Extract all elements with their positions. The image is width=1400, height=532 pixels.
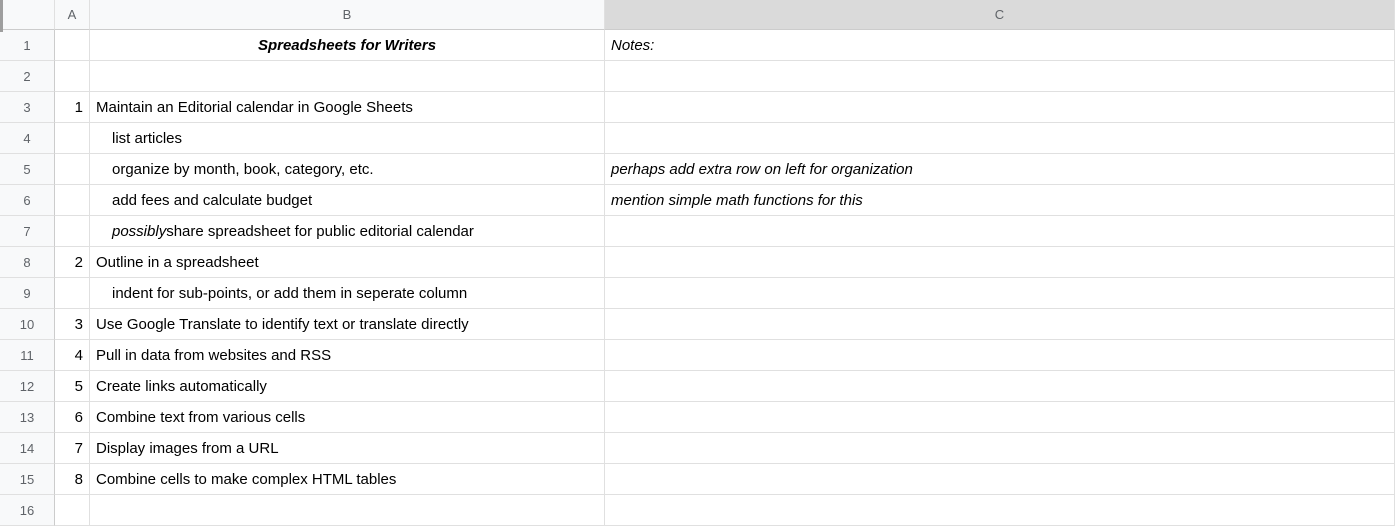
cell-b6[interactable]: add fees and calculate budget xyxy=(90,185,605,216)
cell-c13[interactable] xyxy=(605,402,1395,433)
cell-b8[interactable]: Outline in a spreadsheet xyxy=(90,247,605,278)
cell-b12[interactable]: Create links automatically xyxy=(90,371,605,402)
cell-b14[interactable]: Display images from a URL xyxy=(90,433,605,464)
row-header-4[interactable]: 4 xyxy=(0,123,55,154)
cell-c14[interactable] xyxy=(605,433,1395,464)
column-header-c[interactable]: C xyxy=(605,0,1395,30)
row-header-13[interactable]: 13 xyxy=(0,402,55,433)
cell-a12[interactable]: 5 xyxy=(55,371,90,402)
cell-a5[interactable] xyxy=(55,154,90,185)
cell-a3[interactable]: 1 xyxy=(55,92,90,123)
cell-a6[interactable] xyxy=(55,185,90,216)
cell-b7-rest: share spreadsheet for public editorial c… xyxy=(166,223,474,240)
row-header-11[interactable]: 11 xyxy=(0,340,55,371)
row-header-6[interactable]: 6 xyxy=(0,185,55,216)
cell-b4[interactable]: list articles xyxy=(90,123,605,154)
cell-a9[interactable] xyxy=(55,278,90,309)
row-header-2[interactable]: 2 xyxy=(0,61,55,92)
cell-b9[interactable]: indent for sub-points, or add them in se… xyxy=(90,278,605,309)
cell-a11[interactable]: 4 xyxy=(55,340,90,371)
cell-b11[interactable]: Pull in data from websites and RSS xyxy=(90,340,605,371)
row-header-7[interactable]: 7 xyxy=(0,216,55,247)
cell-c2[interactable] xyxy=(605,61,1395,92)
cell-b1[interactable]: Spreadsheets for Writers xyxy=(90,30,605,61)
cell-c7[interactable] xyxy=(605,216,1395,247)
cell-b3[interactable]: Maintain an Editorial calendar in Google… xyxy=(90,92,605,123)
cell-a7[interactable] xyxy=(55,216,90,247)
row-header-14[interactable]: 14 xyxy=(0,433,55,464)
cell-b13[interactable]: Combine text from various cells xyxy=(90,402,605,433)
cell-b5[interactable]: organize by month, book, category, etc. xyxy=(90,154,605,185)
cell-b7[interactable]: possibly share spreadsheet for public ed… xyxy=(90,216,605,247)
cell-b10[interactable]: Use Google Translate to identify text or… xyxy=(90,309,605,340)
row-header-8[interactable]: 8 xyxy=(0,247,55,278)
select-all-corner[interactable] xyxy=(0,0,55,30)
cell-a2[interactable] xyxy=(55,61,90,92)
cell-a15[interactable]: 8 xyxy=(55,464,90,495)
cell-c15[interactable] xyxy=(605,464,1395,495)
column-header-b[interactable]: B xyxy=(90,0,605,30)
cell-c5[interactable]: perhaps add extra row on left for organi… xyxy=(605,154,1395,185)
cell-a1[interactable] xyxy=(55,30,90,61)
cell-c3[interactable] xyxy=(605,92,1395,123)
row-header-5[interactable]: 5 xyxy=(0,154,55,185)
cell-b15[interactable]: Combine cells to make complex HTML table… xyxy=(90,464,605,495)
row-header-15[interactable]: 15 xyxy=(0,464,55,495)
cell-c1[interactable]: Notes: xyxy=(605,30,1395,61)
spreadsheet-grid: A B C 1 Spreadsheets for Writers Notes: … xyxy=(0,0,1400,526)
row-header-3[interactable]: 3 xyxy=(0,92,55,123)
cell-c16[interactable] xyxy=(605,495,1395,526)
row-header-9[interactable]: 9 xyxy=(0,278,55,309)
cell-a13[interactable]: 6 xyxy=(55,402,90,433)
cell-a8[interactable]: 2 xyxy=(55,247,90,278)
row-header-16[interactable]: 16 xyxy=(0,495,55,526)
cell-a10[interactable]: 3 xyxy=(55,309,90,340)
cell-c10[interactable] xyxy=(605,309,1395,340)
cell-a14[interactable]: 7 xyxy=(55,433,90,464)
cell-c11[interactable] xyxy=(605,340,1395,371)
cell-a4[interactable] xyxy=(55,123,90,154)
row-header-12[interactable]: 12 xyxy=(0,371,55,402)
cell-c4[interactable] xyxy=(605,123,1395,154)
cell-b7-italic: possibly xyxy=(112,223,166,240)
cell-b2[interactable] xyxy=(90,61,605,92)
cell-c9[interactable] xyxy=(605,278,1395,309)
row-header-10[interactable]: 10 xyxy=(0,309,55,340)
cell-b16[interactable] xyxy=(90,495,605,526)
cell-c8[interactable] xyxy=(605,247,1395,278)
row-header-1[interactable]: 1 xyxy=(0,30,55,61)
cell-c6[interactable]: mention simple math functions for this xyxy=(605,185,1395,216)
cell-c12[interactable] xyxy=(605,371,1395,402)
cell-a16[interactable] xyxy=(55,495,90,526)
column-header-a[interactable]: A xyxy=(55,0,90,30)
